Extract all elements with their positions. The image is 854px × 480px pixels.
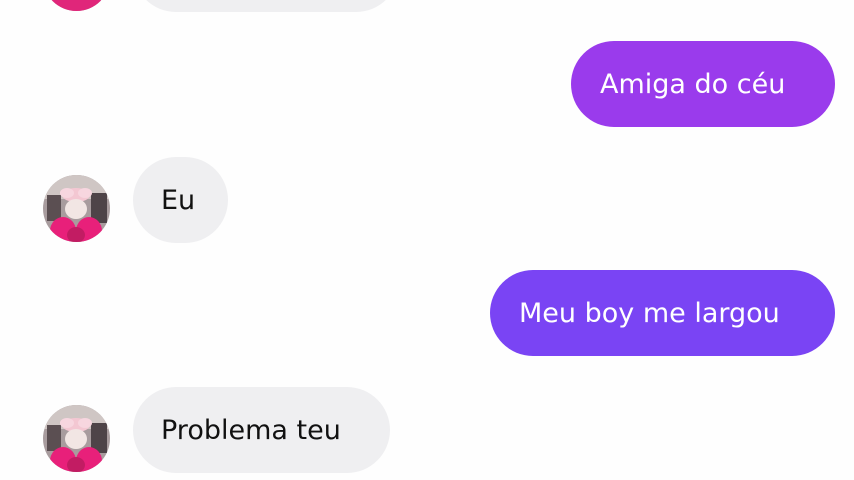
contact-avatar[interactable] <box>43 175 110 242</box>
avatar-photo-icon <box>43 0 110 11</box>
message-text: Problema teu <box>161 414 341 446</box>
message-text: Amiga do céu <box>600 68 786 100</box>
message-text: Meu boy me largou <box>519 297 780 329</box>
message-bubble-incoming[interactable]: Eu <box>133 157 228 243</box>
avatar-photo-icon <box>43 405 110 472</box>
chat-thread: Amiga do céu Eu Meu boy me largou Proble… <box>0 0 854 480</box>
message-text: Eu <box>161 184 196 216</box>
message-bubble-incoming[interactable]: Problema teu <box>133 387 390 473</box>
contact-avatar[interactable] <box>43 0 110 11</box>
message-bubble-outgoing[interactable]: Amiga do céu <box>571 41 835 127</box>
avatar-photo-icon <box>43 175 110 242</box>
message-bubble-incoming[interactable] <box>133 0 399 12</box>
message-bubble-outgoing[interactable]: Meu boy me largou <box>490 270 835 356</box>
contact-avatar[interactable] <box>43 405 110 472</box>
